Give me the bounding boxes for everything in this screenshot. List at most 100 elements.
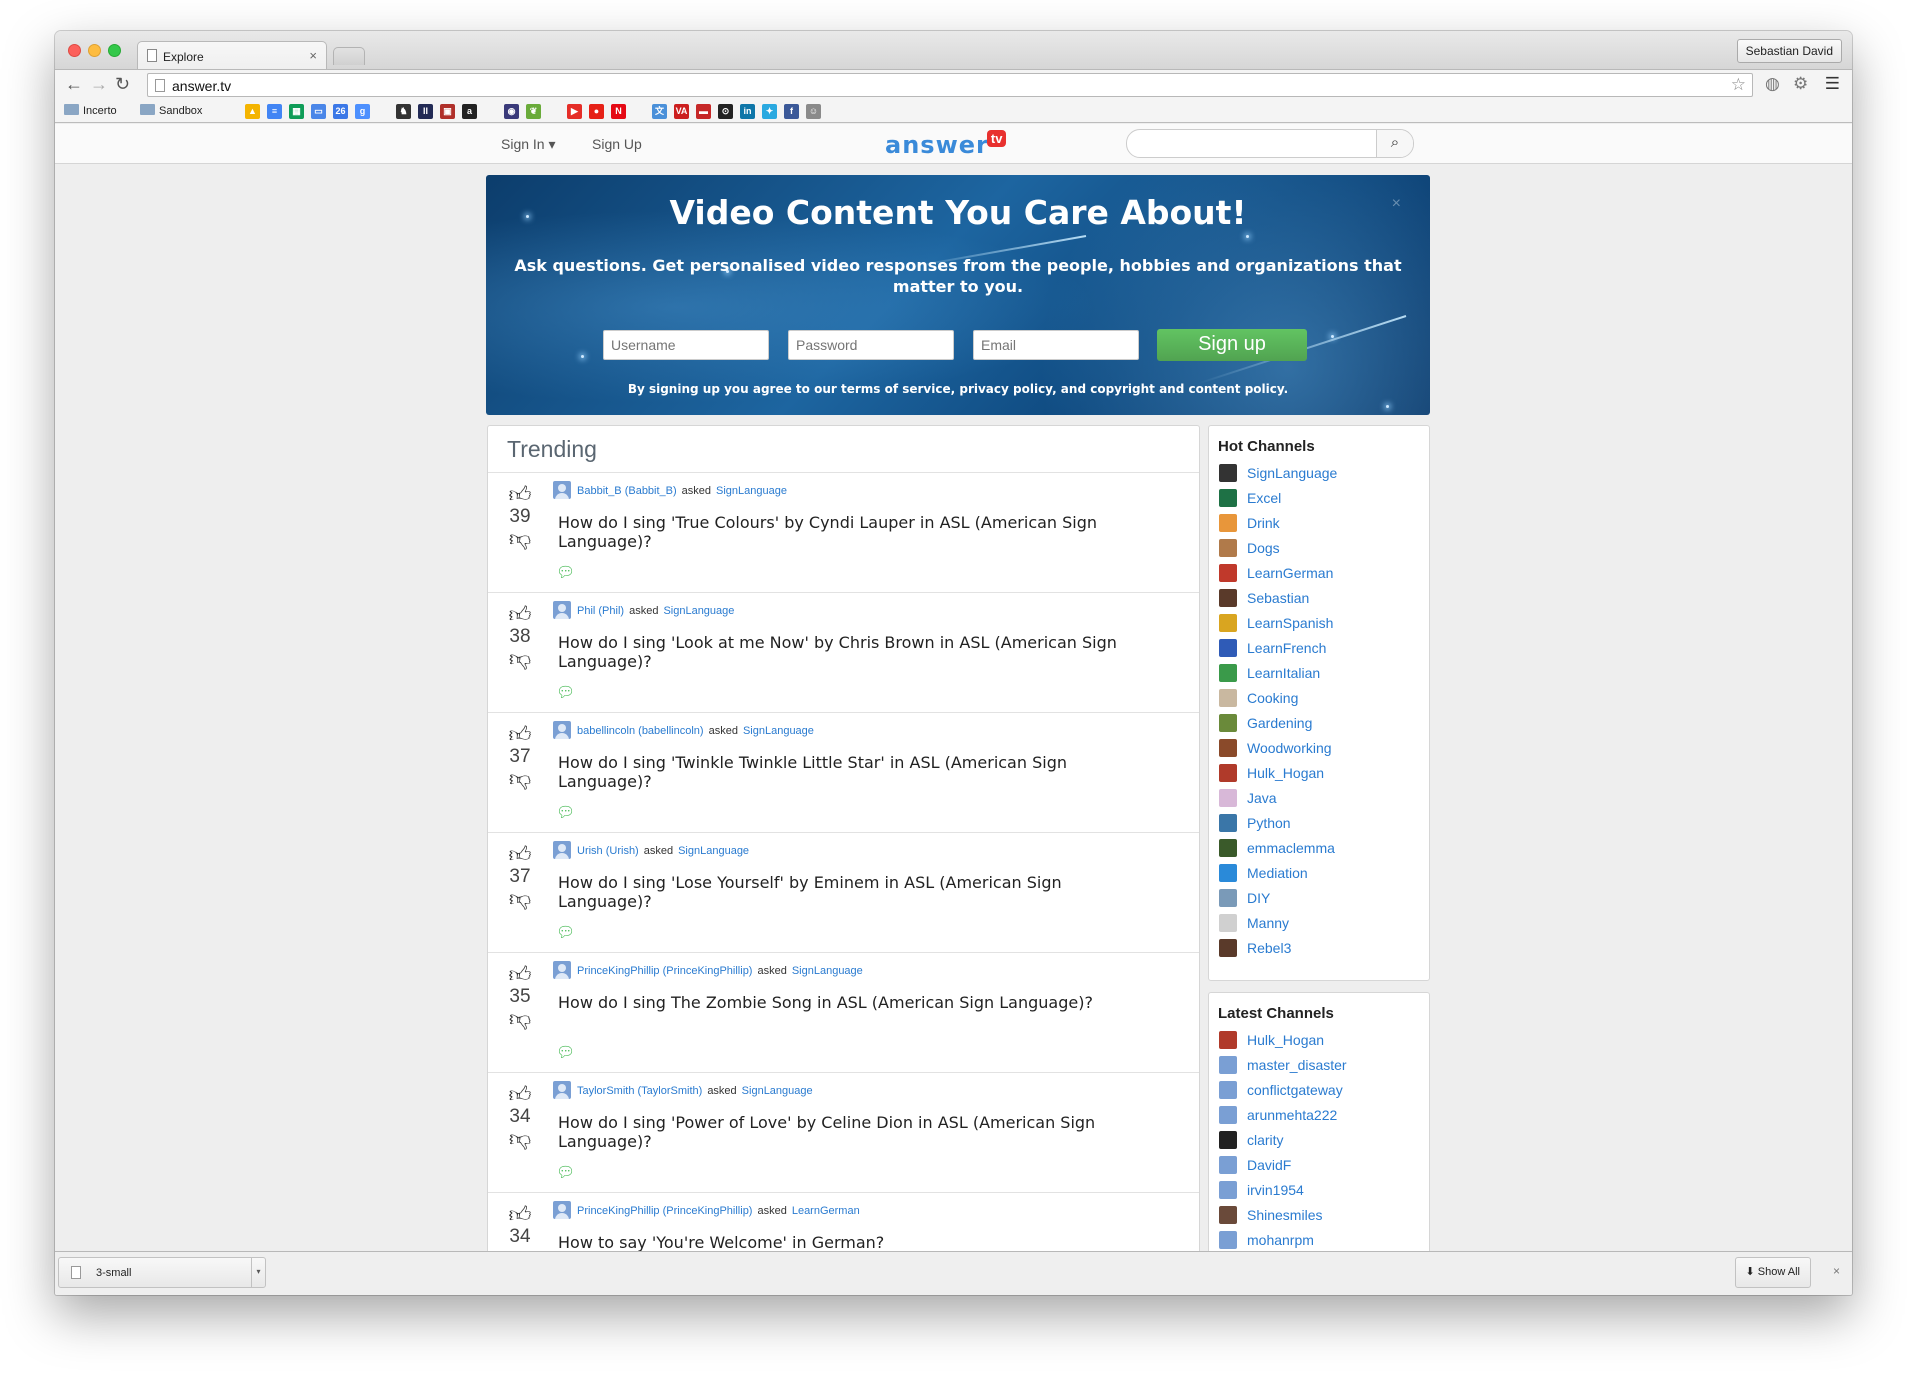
thumbs-up-icon[interactable]: 👍︎ xyxy=(505,843,535,867)
question-text[interactable]: How do I sing 'Twinkle Twinkle Little St… xyxy=(558,753,1158,791)
translate-icon[interactable]: 文 xyxy=(652,104,667,119)
bookmark-star-icon[interactable]: ☆ xyxy=(1731,75,1746,95)
channel-link[interactable]: LearnGerman xyxy=(792,1205,860,1217)
channel-link[interactable]: SignLanguage xyxy=(716,485,787,497)
forward-icon[interactable]: → xyxy=(90,74,108,94)
asker-link[interactable]: TaylorSmith (TaylorSmith) xyxy=(577,1085,702,1097)
thumbs-up-icon[interactable]: 👍︎ xyxy=(505,1083,535,1107)
tv-icon[interactable]: ▣ xyxy=(440,104,455,119)
thumbs-down-icon[interactable]: 👎︎ xyxy=(505,1127,535,1151)
asker-link[interactable]: PrinceKingPhillip (PrinceKingPhillip) xyxy=(577,965,752,977)
comments-icon[interactable]: 💬︎ xyxy=(556,803,575,821)
extension-icon[interactable]: ◍ xyxy=(1765,74,1780,94)
thumbs-up-icon[interactable]: 👍︎ xyxy=(505,483,535,507)
show-all-button[interactable]: ⬇ Show All xyxy=(1734,1257,1811,1288)
channel-item[interactable]: Woodworking xyxy=(1219,739,1429,764)
channel-item[interactable]: mohanrpm xyxy=(1219,1231,1429,1251)
channel-item[interactable]: Excel xyxy=(1219,489,1429,514)
google-sheets-icon[interactable]: ▦ xyxy=(289,104,304,119)
question-row[interactable]: 👍︎ 38 👎︎ Phil (Phil) asked SignLanguage How do… xyxy=(488,593,1199,713)
play-icon[interactable]: ● xyxy=(589,104,604,119)
channel-link[interactable]: SignLanguage xyxy=(678,845,749,857)
channel-item[interactable]: Dogs xyxy=(1219,539,1429,564)
asker-link[interactable]: Urish (Urish) xyxy=(577,845,639,857)
comments-icon[interactable]: 💬︎ xyxy=(556,683,575,701)
channel-item[interactable]: LearnSpanish xyxy=(1219,614,1429,639)
question-text[interactable]: How do I sing The Zombie Song in ASL (Am… xyxy=(558,993,1158,1012)
chrome-menu-icon[interactable]: ☰ xyxy=(1825,74,1840,94)
question-row[interactable]: 👍︎34👎︎ PrinceKingPhillip (PrinceKingPhill… xyxy=(488,1193,1199,1251)
channel-item[interactable]: Cooking xyxy=(1219,689,1429,714)
amazon-icon[interactable]: a xyxy=(462,104,477,119)
channel-item[interactable]: clarity xyxy=(1219,1131,1429,1156)
search-input[interactable] xyxy=(1127,130,1377,157)
netflix-icon[interactable]: N xyxy=(611,104,626,119)
thumbs-down-icon[interactable]: 👎︎ xyxy=(505,527,535,551)
question-row[interactable]: 👍︎ 39 👎︎ Babbit_B (Babbit_B) asked SignLangua… xyxy=(488,473,1199,593)
thumbs-up-icon[interactable]: 👍︎ xyxy=(505,963,535,987)
thumbs-up-icon[interactable]: 👍︎ xyxy=(505,723,535,747)
address-bar[interactable]: answer.tv ☆ xyxy=(147,73,1753,97)
thumbs-down-icon[interactable]: 👎︎ xyxy=(505,1007,535,1031)
asker-link[interactable]: PrinceKingPhillip (PrinceKingPhillip) xyxy=(577,1205,752,1217)
badge-icon[interactable]: ◉ xyxy=(504,104,519,119)
question-text[interactable]: How do I sing 'True Colours' by Cyndi La… xyxy=(558,513,1158,551)
tab-close-icon[interactable]: × xyxy=(309,48,317,63)
signup-button[interactable]: Sign up xyxy=(1157,329,1307,361)
username-field[interactable] xyxy=(603,330,769,360)
channel-item[interactable]: DIY xyxy=(1219,889,1429,914)
google-slides-icon[interactable]: ▭ xyxy=(311,104,326,119)
channel-link[interactable]: SignLanguage xyxy=(742,1085,813,1097)
bookmark-folder-sandbox[interactable]: Sandbox xyxy=(140,104,202,117)
question-row[interactable]: 👍︎ 37 👎︎ babellincoln (babellincoln) asked Si… xyxy=(488,713,1199,833)
youtube-icon[interactable]: ▶ xyxy=(567,104,582,119)
sign-up-link[interactable]: Sign Up xyxy=(592,136,642,152)
channel-item[interactable]: Mediation xyxy=(1219,864,1429,889)
question-text[interactable]: How do I sing 'Look at me Now' by Chris … xyxy=(558,633,1158,671)
question-row[interactable]: 👍︎ 35 👎︎ PrinceKingPhillip (PrinceKingPhill… xyxy=(488,953,1199,1073)
thumbs-down-icon[interactable]: 👎︎ xyxy=(505,647,535,671)
thumbs-up-icon[interactable]: 👍︎ xyxy=(505,1203,535,1227)
google-calendar-icon[interactable]: 26 xyxy=(333,104,348,119)
channel-item[interactable]: LearnGerman xyxy=(1219,564,1429,589)
bookmark-folder-incerto[interactable]: Incerto xyxy=(64,104,117,117)
channel-item[interactable]: Hulk_Hogan xyxy=(1219,764,1429,789)
channel-item[interactable]: DavidF xyxy=(1219,1156,1429,1181)
channel-link[interactable]: SignLanguage xyxy=(663,605,734,617)
channel-item[interactable]: Python xyxy=(1219,814,1429,839)
thumbs-down-icon[interactable]: 👎︎ xyxy=(505,767,535,791)
channel-link[interactable]: SignLanguage xyxy=(743,725,814,737)
comments-icon[interactable]: 💬︎ xyxy=(556,563,575,581)
google-docs-icon[interactable]: ≡ xyxy=(267,104,282,119)
close-shelf-icon[interactable]: × xyxy=(1833,1264,1840,1278)
email-field[interactable] xyxy=(973,330,1139,360)
channel-item[interactable]: Drink xyxy=(1219,514,1429,539)
comments-icon[interactable]: 💬︎ xyxy=(556,923,575,941)
minimize-window-button[interactable] xyxy=(88,44,101,57)
leaf-icon[interactable]: ❦ xyxy=(526,104,541,119)
channel-item[interactable]: emmaclemma xyxy=(1219,839,1429,864)
question-row[interactable]: 👍︎ 37 👎︎ Urish (Urish) asked SignLanguage How … xyxy=(488,833,1199,953)
download-item[interactable]: 3-small ▾ xyxy=(58,1257,266,1288)
close-window-button[interactable] xyxy=(68,44,81,57)
channel-item[interactable]: conflictgateway xyxy=(1219,1081,1429,1106)
channel-item[interactable]: Shinesmiles xyxy=(1219,1206,1429,1231)
va-icon[interactable]: VA xyxy=(674,104,689,119)
channel-item[interactable]: irvin1954 xyxy=(1219,1181,1429,1206)
library-icon[interactable]: II xyxy=(418,104,433,119)
channel-item[interactable]: Manny xyxy=(1219,914,1429,939)
extension-off-icon[interactable]: ⚙ xyxy=(1793,74,1808,94)
channel-item[interactable]: master_disaster xyxy=(1219,1056,1429,1081)
linkedin-icon[interactable]: in xyxy=(740,104,755,119)
comments-icon[interactable]: 💬︎ xyxy=(556,1043,575,1061)
channel-item[interactable]: SignLanguage xyxy=(1219,464,1429,489)
asker-link[interactable]: Babbit_B (Babbit_B) xyxy=(577,485,677,497)
question-text[interactable]: How to say 'You're Welcome' in German? xyxy=(558,1233,1158,1251)
tab-explore[interactable]: Explore × xyxy=(137,41,327,69)
chevron-down-icon[interactable]: ▾ xyxy=(251,1258,265,1287)
channel-item[interactable]: Java xyxy=(1219,789,1429,814)
twitter-icon[interactable]: ✦ xyxy=(762,104,777,119)
close-icon[interactable]: × xyxy=(1392,195,1401,213)
search-icon[interactable]: ⌕ xyxy=(1376,130,1413,157)
channel-item[interactable]: LearnItalian xyxy=(1219,664,1429,689)
